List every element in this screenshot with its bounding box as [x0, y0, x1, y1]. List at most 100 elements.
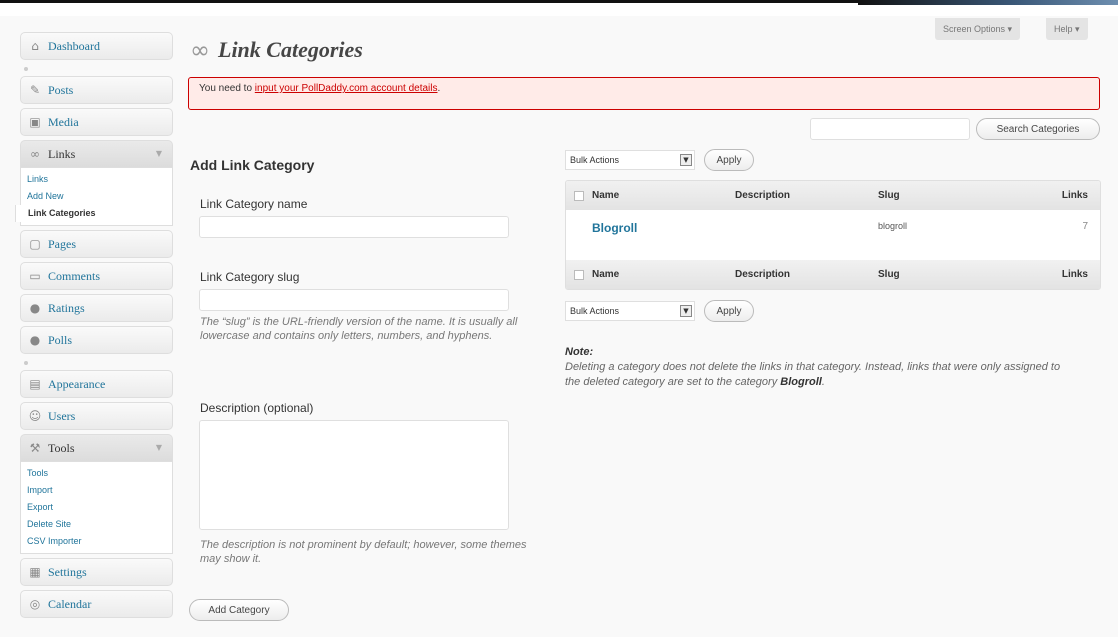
chevron-down-icon[interactable]: ▼ — [156, 149, 162, 158]
menu-dashboard[interactable]: ⌂ Dashboard — [20, 32, 173, 60]
select-all-checkbox[interactable] — [574, 190, 584, 201]
menu-label: Links — [48, 146, 76, 161]
tools-submenu: Tools Import Export Delete Site CSV Impo… — [20, 462, 173, 554]
links-submenu: Links Add New Link Categories — [15, 168, 173, 226]
menu-label: Ratings — [48, 300, 85, 315]
table-row: Blogroll blogroll 7 — [566, 210, 1100, 260]
notice-prefix: You need to — [199, 83, 255, 94]
tools-icon: ⚒ — [29, 441, 41, 455]
submenu-csv-importer[interactable]: CSV Importer — [21, 533, 172, 550]
menu-appearance[interactable]: ▤ Appearance — [20, 370, 173, 398]
apply-button-top[interactable]: Apply — [704, 149, 754, 171]
settings-icon: ▦ — [29, 565, 41, 579]
comment-icon: ▭ — [29, 269, 41, 283]
link-icon: ∞ — [190, 36, 210, 64]
menu-users[interactable]: ☺ Users — [20, 402, 173, 430]
column-header-slug[interactable]: Slug — [878, 190, 1038, 201]
menu-links[interactable]: ∞ Links ▼ — [20, 140, 173, 168]
polldaddy-account-link[interactable]: input your PollDaddy.com account details — [255, 83, 438, 94]
submenu-export[interactable]: Export — [21, 499, 172, 516]
description-help-text: The description is not prominent by defa… — [200, 539, 527, 565]
apply-button-bottom[interactable]: Apply — [704, 300, 754, 322]
submenu-links[interactable]: Links — [21, 171, 172, 188]
column-header-description[interactable]: Description — [735, 190, 878, 201]
menu-label: Users — [48, 408, 76, 423]
chevron-down-icon[interactable]: ▼ — [156, 443, 162, 452]
ratings-icon: ● — [29, 301, 41, 315]
description-label: Description (optional) — [200, 401, 314, 415]
menu-label: Calendar — [48, 596, 92, 611]
column-header-name[interactable]: Name — [592, 190, 735, 201]
menu-label: Settings — [48, 564, 87, 579]
menu-posts[interactable]: ✎ Posts — [20, 76, 173, 104]
column-footer-name[interactable]: Name — [592, 269, 735, 280]
column-footer-description[interactable]: Description — [735, 269, 878, 280]
select-all-cell — [566, 190, 592, 201]
menu-label: Media — [48, 114, 79, 129]
category-slug-input[interactable] — [199, 289, 509, 311]
home-icon: ⌂ — [31, 39, 39, 53]
menu-tools[interactable]: ⚒ Tools ▼ — [20, 434, 173, 462]
notice-suffix: . — [437, 83, 441, 94]
bulk-actions-select-bottom[interactable]: Bulk Actions ▼ — [565, 301, 695, 321]
select-all-cell — [566, 269, 592, 280]
note-end: . — [821, 376, 825, 388]
dropdown-arrow-icon: ▼ — [680, 305, 692, 317]
polldaddy-notice: You need to input your PollDaddy.com acc… — [188, 77, 1100, 110]
description-textarea[interactable] — [199, 420, 509, 530]
search-categories-button[interactable]: Search Categories — [976, 118, 1100, 140]
polls-icon: ● — [29, 333, 41, 347]
table-header: Name Description Slug Links — [566, 181, 1100, 210]
search-input[interactable] — [810, 118, 970, 140]
submenu-tools[interactable]: Tools — [21, 465, 172, 482]
column-header-links[interactable]: Links — [1038, 190, 1100, 201]
menu-separator — [20, 64, 173, 76]
help-button[interactable]: Help ▾ — [1046, 18, 1088, 40]
category-name-input[interactable] — [199, 216, 509, 238]
menu-ratings[interactable]: ● Ratings — [20, 294, 173, 322]
admin-sidebar: ⌂ Dashboard ✎ Posts ▣ Media ∞ Links ▼ Links A… — [15, 32, 173, 622]
menu-label: Polls — [48, 332, 73, 347]
users-icon: ☺ — [28, 409, 42, 423]
add-category-heading: Add Link Category — [190, 157, 315, 173]
menu-label: Pages — [48, 236, 76, 251]
category-name-link[interactable]: Blogroll — [592, 221, 735, 235]
screen-options-button[interactable]: Screen Options ▾ — [935, 18, 1021, 40]
pin-icon: ✎ — [29, 83, 41, 97]
column-footer-slug[interactable]: Slug — [878, 269, 1038, 280]
menu-label: Dashboard — [48, 38, 100, 53]
calendar-icon: ◎ — [29, 597, 41, 611]
submenu-import[interactable]: Import — [21, 482, 172, 499]
delete-note: Note: Deleting a category does not delet… — [565, 345, 1065, 390]
menu-label: Tools — [48, 440, 75, 455]
menu-comments[interactable]: ▭ Comments — [20, 262, 173, 290]
page-icon: ▢ — [29, 237, 41, 251]
add-category-button[interactable]: Add Category — [189, 599, 289, 621]
note-bold: Blogroll — [780, 376, 822, 388]
menu-polls[interactable]: ● Polls — [20, 326, 173, 354]
link-icon: ∞ — [30, 147, 40, 161]
categories-table: Name Description Slug Links Blogroll blo… — [565, 180, 1101, 290]
admin-header-strip — [0, 0, 1118, 5]
submenu-add-new[interactable]: Add New — [21, 188, 172, 205]
submenu-delete-site[interactable]: Delete Site — [21, 516, 172, 533]
menu-label: Comments — [48, 268, 101, 283]
bulk-actions-label: Bulk Actions — [570, 306, 620, 316]
column-footer-links[interactable]: Links — [1038, 269, 1100, 280]
slug-label: Link Category slug — [200, 270, 300, 284]
table-footer: Name Description Slug Links — [566, 260, 1100, 289]
top-bar — [0, 0, 1118, 16]
category-slug: blogroll — [878, 221, 908, 231]
select-all-checkbox-footer[interactable] — [574, 269, 584, 280]
menu-settings[interactable]: ▦ Settings — [20, 558, 173, 586]
menu-pages[interactable]: ▢ Pages — [20, 230, 173, 258]
slug-help-text: The “slug” is the URL-friendly version o… — [200, 316, 518, 342]
dropdown-arrow-icon: ▼ — [680, 154, 692, 166]
bulk-actions-select-top[interactable]: Bulk Actions ▼ — [565, 150, 695, 170]
menu-label: Posts — [48, 82, 74, 97]
submenu-link-categories[interactable]: Link Categories — [15, 205, 172, 222]
menu-media[interactable]: ▣ Media — [20, 108, 173, 136]
menu-calendar[interactable]: ◎ Calendar — [20, 590, 173, 618]
menu-separator — [20, 358, 173, 370]
category-link-count[interactable]: 7 — [1038, 221, 1100, 232]
